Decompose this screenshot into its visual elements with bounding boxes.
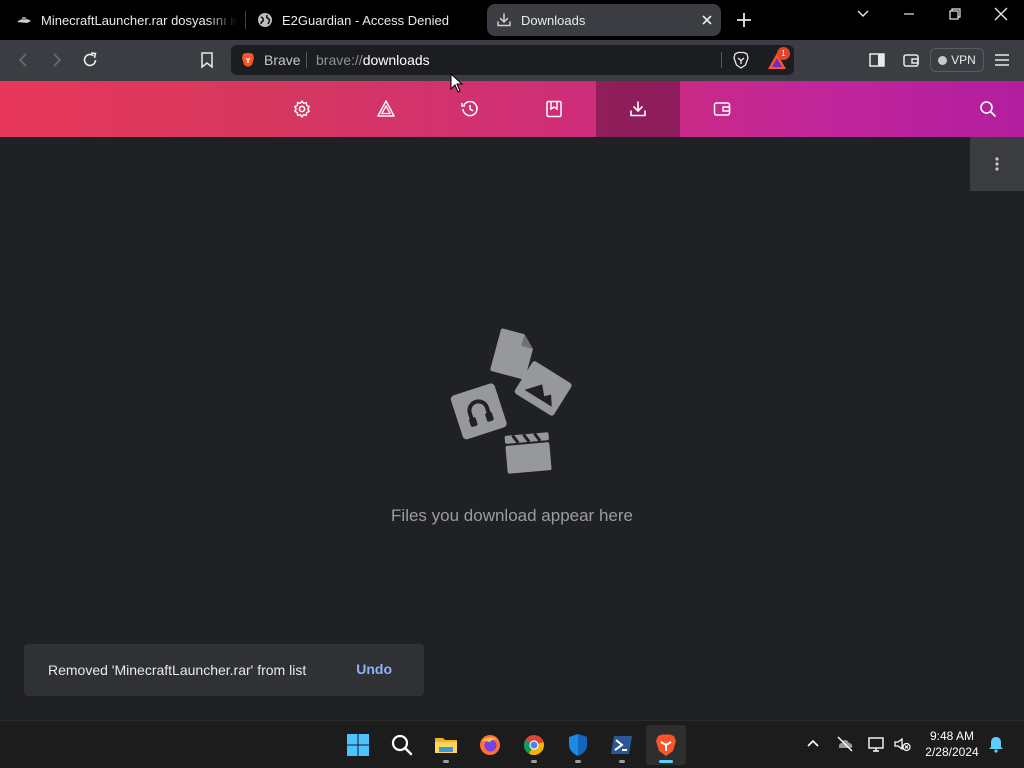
restore-icon[interactable] — [945, 6, 965, 22]
reload-icon[interactable] — [80, 50, 100, 70]
address-bar[interactable]: Brave brave://downloads 1 — [231, 45, 794, 75]
show-hidden-icons-chevron-icon[interactable] — [804, 735, 822, 753]
tab-downloads[interactable]: Downloads — [487, 4, 721, 36]
close-tab-icon[interactable] — [699, 12, 715, 28]
taskbar: 9:48 AM 2/28/2024 — [0, 720, 1024, 768]
running-indicator — [531, 760, 537, 763]
download-icon — [497, 13, 511, 27]
taskbar-search-button[interactable] — [382, 725, 422, 765]
sidebar-icon[interactable] — [867, 50, 887, 70]
clock-date: 2/28/2024 — [925, 745, 979, 759]
taskbar-brave[interactable] — [646, 725, 686, 765]
network-icon[interactable] — [867, 735, 885, 753]
audio-icon — [450, 383, 507, 440]
bookmarks-icon — [546, 100, 562, 118]
rewards-badge: 1 — [777, 47, 790, 60]
security-shield-icon — [569, 734, 587, 756]
brave-browser-icon — [656, 734, 676, 756]
running-indicator — [443, 760, 449, 763]
empty-downloads-illustration — [450, 328, 572, 474]
history-icon — [461, 100, 478, 117]
chrome-icon — [523, 735, 544, 756]
empty-state-message: Files you download appear here — [391, 506, 633, 525]
nav-bookmarks[interactable] — [512, 81, 596, 137]
page-nav-bar — [0, 81, 1024, 137]
vpn-label: VPN — [951, 53, 976, 67]
nav-history[interactable] — [428, 81, 512, 137]
back-icon[interactable] — [14, 50, 34, 70]
tab-title: E2Guardian - Access Denied — [282, 12, 449, 28]
tab-search-chevron-icon[interactable] — [853, 6, 873, 22]
minecraft-favicon-icon — [17, 17, 31, 23]
url-host: downloads — [362, 52, 430, 68]
tab-strip: MinecraftLauncher.rar dosyasını indir E2… — [0, 0, 1024, 40]
powershell-icon — [611, 736, 632, 754]
rewards-triangle-icon — [377, 100, 395, 117]
start-button[interactable] — [338, 725, 378, 765]
download-icon — [630, 101, 646, 117]
removed-toast: Removed 'MinecraftLauncher.rar' from lis… — [24, 644, 424, 696]
more-vertical-icon — [995, 157, 999, 171]
settings-icon — [294, 100, 310, 118]
tab-minecraft-download[interactable]: MinecraftLauncher.rar dosyasını indir — [16, 4, 238, 36]
more-options-button[interactable] — [970, 137, 1024, 191]
search-icon — [980, 101, 996, 117]
bookmark-icon[interactable] — [197, 50, 217, 70]
url-text[interactable]: brave://downloads — [316, 52, 430, 68]
running-indicator — [575, 760, 581, 763]
minimize-icon[interactable] — [899, 6, 919, 22]
mouse-cursor-icon — [450, 73, 464, 93]
forward-icon[interactable] — [46, 50, 66, 70]
menu-icon[interactable] — [992, 50, 1012, 70]
taskbar-terminal[interactable] — [602, 725, 642, 765]
system-clock[interactable]: 9:48 AM 2/28/2024 — [918, 728, 986, 760]
tab-title: Downloads — [521, 12, 586, 28]
firefox-icon — [480, 735, 500, 755]
vpn-status-icon — [938, 55, 948, 65]
divider — [306, 52, 307, 68]
brave-label: Brave — [264, 52, 301, 68]
windows-logo-icon — [347, 734, 369, 756]
clock-time: 9:48 AM — [929, 729, 975, 743]
taskbar-file-explorer[interactable] — [426, 725, 466, 765]
close-window-icon[interactable] — [991, 6, 1011, 22]
nav-wallet[interactable] — [680, 81, 764, 137]
new-tab-icon[interactable] — [734, 10, 754, 30]
search-icon — [391, 734, 413, 756]
tab-access-denied[interactable]: E2Guardian - Access Denied — [257, 4, 477, 36]
vpn-button[interactable]: VPN — [930, 48, 984, 72]
nav-downloads[interactable] — [596, 81, 680, 137]
nav-search[interactable] — [952, 81, 1024, 137]
taskbar-firefox[interactable] — [470, 725, 510, 765]
brave-shields-icon[interactable] — [732, 51, 750, 69]
toast-message: Removed 'MinecraftLauncher.rar' from lis… — [48, 662, 307, 678]
wallet-icon[interactable] — [901, 50, 921, 70]
wallet-icon — [713, 102, 731, 116]
undo-button[interactable]: Undo — [356, 661, 392, 677]
taskbar-windows-security[interactable] — [558, 725, 598, 765]
taskbar-chrome[interactable] — [514, 725, 554, 765]
nav-rewards[interactable] — [344, 81, 428, 137]
onedrive-offline-icon[interactable] — [836, 735, 854, 753]
nav-settings[interactable] — [260, 81, 344, 137]
video-icon — [504, 432, 552, 474]
folder-icon — [435, 738, 457, 753]
tab-separator — [245, 11, 246, 29]
tab-title: MinecraftLauncher.rar dosyasını indir — [41, 12, 237, 28]
brave-lion-icon — [242, 53, 254, 67]
divider — [721, 52, 722, 68]
globe-icon — [258, 13, 272, 27]
running-indicator — [619, 760, 625, 763]
running-indicator — [659, 760, 673, 763]
notification-bell-icon[interactable] — [987, 735, 1005, 753]
volume-muted-icon[interactable] — [893, 735, 911, 753]
url-scheme: brave:// — [316, 52, 363, 68]
